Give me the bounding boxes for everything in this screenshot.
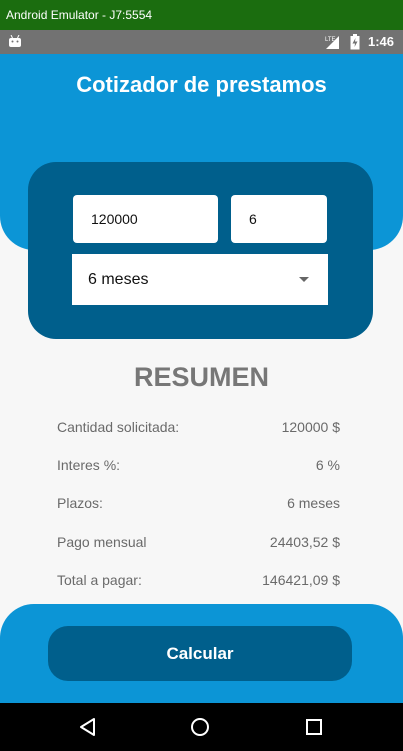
- emulator-title-bar: Android Emulator - J7:5554: [0, 0, 403, 30]
- summary-label: Pago mensual: [57, 534, 147, 550]
- summary-value: 146421,09 $: [262, 572, 340, 588]
- home-circle-icon[interactable]: [189, 716, 211, 738]
- summary-row-total: Total a pagar: 146421,09 $: [57, 572, 340, 592]
- summary-row-monthly: Pago mensual 24403,52 $: [57, 534, 340, 554]
- term-select-value: 6 meses: [88, 271, 149, 288]
- summary-label: Plazos:: [57, 495, 103, 511]
- summary-label: Cantidad solicitada:: [57, 419, 180, 435]
- navigation-bar: [0, 703, 403, 751]
- svg-text:LTE: LTE: [325, 37, 336, 43]
- summary-row-rate: Interes %: 6 %: [57, 457, 340, 477]
- summary-label: Total a pagar:: [57, 572, 142, 588]
- rate-input[interactable]: 6: [231, 195, 327, 243]
- form-card: [28, 162, 373, 339]
- calculate-button[interactable]: Calcular: [48, 626, 352, 681]
- battery-charging-icon: [350, 34, 360, 50]
- page-title: Cotizador de prestamos: [76, 72, 327, 97]
- summary-title: RESUMEN: [133, 362, 269, 392]
- summary-value: 6 meses: [287, 495, 340, 511]
- chevron-down-icon[interactable]: [299, 277, 309, 282]
- lte-signal-icon: LTE: [325, 36, 339, 49]
- recents-square-icon[interactable]: [303, 716, 325, 738]
- summary-row-terms: Plazos: 6 meses: [57, 495, 340, 515]
- back-triangle-icon[interactable]: [77, 716, 99, 738]
- term-select[interactable]: 6 meses: [72, 254, 328, 305]
- status-bar: LTE 1:46: [0, 30, 403, 54]
- summary-value: 6 %: [315, 457, 340, 473]
- summary-row-amount: Cantidad solicitada: 120000 $: [57, 419, 340, 439]
- status-time: 1:46: [368, 34, 395, 49]
- window-title: Android Emulator - J7:5554: [6, 8, 153, 22]
- summary-label: Interes %:: [57, 457, 121, 473]
- android-icon: [9, 35, 21, 47]
- summary-value: 24403,52 $: [269, 534, 340, 550]
- amount-input[interactable]: 120000: [73, 195, 218, 243]
- summary-value: 120000 $: [281, 419, 340, 435]
